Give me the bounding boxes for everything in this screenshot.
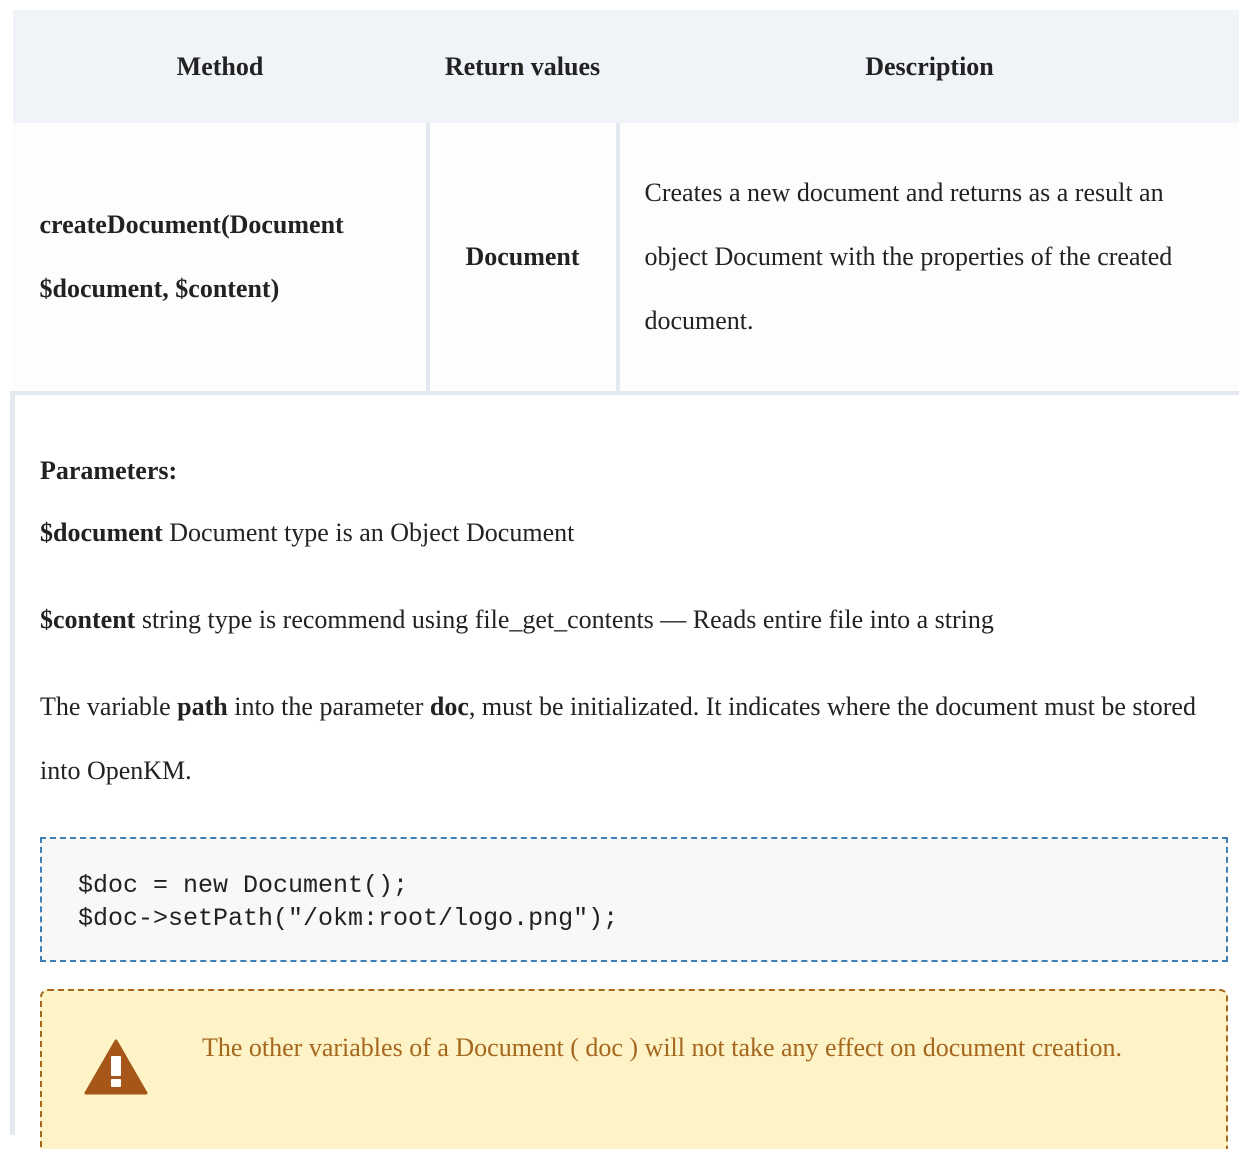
api-doc-page: Method Return values Description createD… [10,10,1239,1133]
code-line: $doc->setPath("/okm:root/logo.png"); [78,902,1226,935]
parameters-cell: Parameters: $document Document type is a… [13,393,1239,1135]
method-column-header: Method [13,10,428,123]
doc-variable: doc [430,692,469,721]
warning-callout: The other variables of a Document ( doc … [40,989,1228,1149]
warning-triangle-icon [84,1039,148,1095]
document-param-name: $document [40,518,163,547]
description-column-header: Description [618,10,1239,123]
code-example: $doc = new Document();$doc->setPath("/ok… [40,837,1228,962]
code-line: $doc = new Document(); [78,869,1226,902]
table-header-row: Method Return values Description [13,10,1239,123]
method-signature-line: createDocument(Document [40,193,412,257]
parameters-section: Parameters: $document Document type is a… [15,395,1239,1135]
method-table: Method Return values Description createD… [10,10,1239,1135]
document-param-description: $document Document type is an Object Doc… [40,501,574,565]
path-note-prefix: The variable [40,692,177,721]
method-description: Creates a new document and returns as a … [618,123,1239,393]
parameters-heading: Parameters: [40,439,177,503]
document-param-text: Document type is an Object Document [163,518,575,547]
path-variable: path [177,692,228,721]
content-param-description: $content string type is recommend using … [40,588,994,652]
parameters-row: Parameters: $document Document type is a… [13,393,1239,1135]
table-row: createDocument(Document $document, $cont… [13,123,1239,393]
method-signature: createDocument(Document $document, $cont… [13,123,428,393]
return-values-column-header: Return values [428,10,618,123]
content-param-name: $content [40,605,135,634]
return-value: Document [428,123,618,393]
path-note-middle: into the parameter [228,692,430,721]
content-param-text: string type is recommend using file_get_… [135,605,994,634]
warning-message: The other variables of a Document ( doc … [202,1029,1202,1066]
method-signature-line: $document, $content) [40,257,412,321]
path-note: The variable path into the parameter doc… [40,675,1230,803]
